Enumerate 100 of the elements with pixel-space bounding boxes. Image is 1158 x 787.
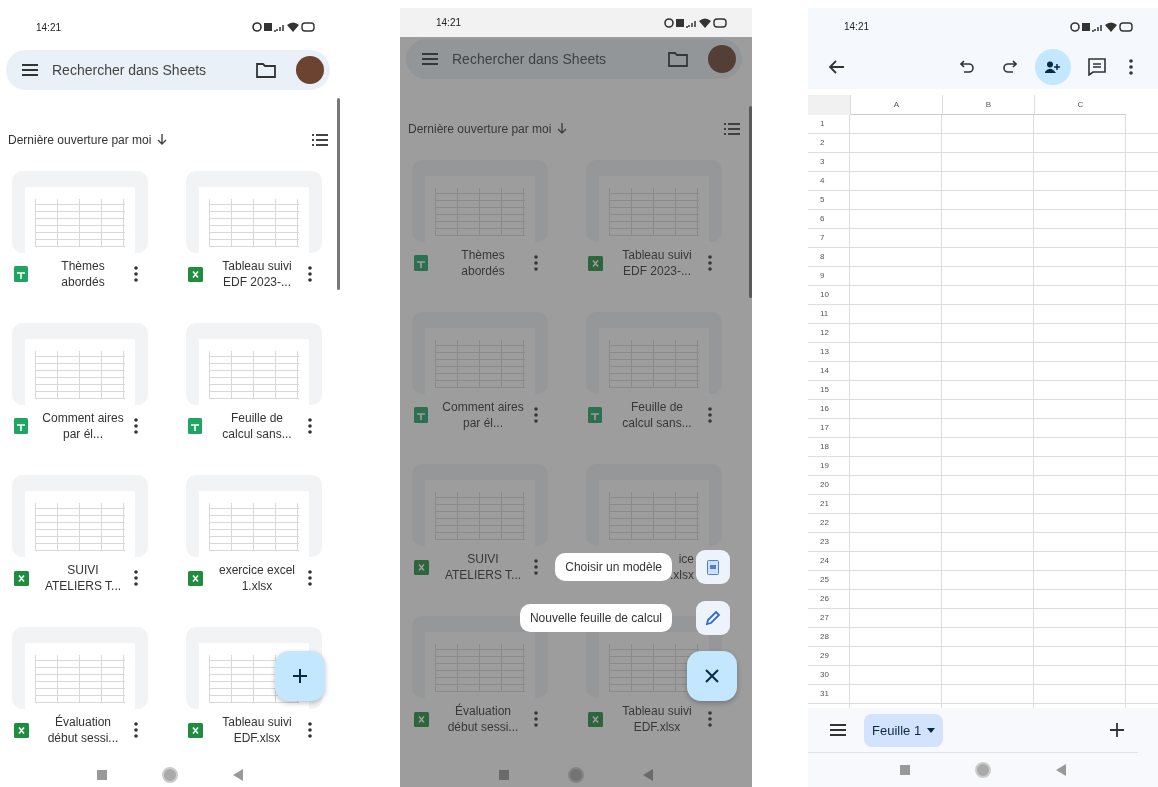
row-number[interactable]: 10 <box>808 286 850 305</box>
thumbnail-card[interactable] <box>186 323 322 405</box>
search-field[interactable]: Rechercher dans Sheets <box>406 39 742 79</box>
menu-icon[interactable] <box>22 64 38 76</box>
thumbnail-card[interactable] <box>12 475 148 557</box>
row-number[interactable]: 7 <box>808 229 850 248</box>
row-number[interactable]: 23 <box>808 533 850 552</box>
undo-icon[interactable] <box>959 60 974 74</box>
thumbnail-card[interactable] <box>12 171 148 253</box>
back-icon[interactable] <box>232 769 243 781</box>
file-name[interactable]: exercice excel 1.xlsx <box>216 562 298 594</box>
avatar[interactable] <box>708 45 736 73</box>
thumbnail-card[interactable] <box>12 323 148 405</box>
more-icon[interactable] <box>308 266 312 282</box>
row-number[interactable]: 2 <box>808 134 850 153</box>
row-number[interactable]: 28 <box>808 628 850 647</box>
file-name[interactable]: Thèmes abordés <box>42 258 124 290</box>
arrow-down-icon[interactable] <box>157 134 168 146</box>
file-name[interactable]: Comment aires par él... <box>442 399 524 431</box>
row-number[interactable]: 19 <box>808 457 850 476</box>
thumbnail-card[interactable] <box>186 171 322 253</box>
row-number[interactable]: 8 <box>808 248 850 267</box>
file-name[interactable]: Évaluation début sessi... <box>442 703 524 735</box>
file-name[interactable]: Tableau suivi EDF.xlsx <box>616 703 698 735</box>
share-button[interactable] <box>1035 49 1071 85</box>
folder-icon[interactable] <box>256 62 276 78</box>
file-name[interactable]: SUIVI ATELIERS T... <box>42 562 124 594</box>
more-icon[interactable] <box>134 266 138 282</box>
row-number[interactable]: 18 <box>808 438 850 457</box>
sort-label[interactable]: Dernière ouverture par moi <box>8 133 152 147</box>
row-number[interactable]: 26 <box>808 590 850 609</box>
more-icon[interactable] <box>308 418 312 434</box>
row-number[interactable]: 21 <box>808 495 850 514</box>
thumbnail-card[interactable] <box>12 627 148 709</box>
row-number[interactable]: 13 <box>808 343 850 362</box>
more-icon[interactable] <box>308 570 312 586</box>
recent-apps-icon[interactable] <box>97 770 108 780</box>
thumbnail-card[interactable] <box>186 475 322 557</box>
row-number[interactable]: 5 <box>808 191 850 210</box>
file-name[interactable]: Comment aires par él... <box>42 410 124 442</box>
floating-action-button[interactable] <box>275 651 325 701</box>
row-number[interactable]: 4 <box>808 172 850 191</box>
file-name[interactable]: Tableau suivi EDF 2023-... <box>216 258 298 290</box>
scrollbar[interactable] <box>337 98 340 290</box>
list-view-icon[interactable] <box>312 134 328 146</box>
row-number[interactable]: 11 <box>808 305 850 324</box>
column-header[interactable]: C <box>1034 95 1126 115</box>
avatar[interactable] <box>296 56 324 84</box>
scrollbar[interactable] <box>749 106 752 298</box>
speed-dial-label[interactable]: Nouvelle feuille de calcul <box>519 604 672 632</box>
more-icon[interactable] <box>1129 59 1133 75</box>
row-number[interactable]: 15 <box>808 381 850 400</box>
more-icon[interactable] <box>308 722 312 738</box>
sheet-tab[interactable]: Feuille 1 <box>864 713 944 747</box>
back-arrow-icon[interactable] <box>828 60 844 74</box>
row-number[interactable]: 22 <box>808 514 850 533</box>
file-name[interactable]: Évaluation début sessi... <box>42 714 124 746</box>
more-icon[interactable] <box>134 570 138 586</box>
spreadsheet-file-icon <box>414 255 428 271</box>
row-number[interactable]: 3 <box>808 153 850 172</box>
row-number[interactable]: 16 <box>808 400 850 419</box>
row-number[interactable]: 31 <box>808 685 850 704</box>
list-view-icon[interactable] <box>724 123 740 135</box>
row-number[interactable]: 12 <box>808 324 850 343</box>
more-icon[interactable] <box>134 418 138 434</box>
file-name[interactable]: Thèmes abordés <box>442 247 524 279</box>
row-number[interactable]: 6 <box>808 210 850 229</box>
sort-label[interactable]: Dernière ouverture par moi <box>408 122 552 136</box>
floating-action-button[interactable] <box>687 651 737 701</box>
speed-dial-button[interactable] <box>696 601 730 635</box>
redo-icon[interactable] <box>1002 60 1017 74</box>
row-number[interactable]: 24 <box>808 552 850 571</box>
back-icon[interactable] <box>1056 764 1066 776</box>
file-name[interactable]: Feuille de calcul sans... <box>216 410 298 442</box>
speed-dial-label[interactable]: Choisir un modèle <box>555 553 672 581</box>
spreadsheet-grid[interactable]: A B C 1 2 3 4 5 6 7 8 9 10 11 12 13 14 15 16 17 18 19 20 21 22 23 24 25 26 27 28 29 30 31 <box>808 95 1158 708</box>
file-name[interactable]: Tableau suivi EDF.xlsx <box>216 714 298 746</box>
row-number[interactable]: 25 <box>808 571 850 590</box>
menu-icon[interactable] <box>830 724 846 736</box>
add-sheet-icon[interactable] <box>1110 723 1124 737</box>
home-icon[interactable] <box>162 767 178 783</box>
row-number[interactable]: 14 <box>808 362 850 381</box>
row-number[interactable]: 30 <box>808 666 850 685</box>
row-number[interactable]: 9 <box>808 267 850 286</box>
row-number[interactable]: 17 <box>808 419 850 438</box>
speed-dial-button[interactable] <box>696 550 730 584</box>
file-name[interactable]: SUIVI ATELIERS T... <box>442 551 524 583</box>
column-header[interactable]: B <box>942 95 1034 115</box>
home-icon[interactable] <box>975 762 991 778</box>
search-field[interactable]: Rechercher dans Sheets <box>6 50 330 90</box>
more-icon[interactable] <box>134 722 138 738</box>
row-number[interactable]: 1 <box>808 115 850 134</box>
row-number[interactable]: 20 <box>808 476 850 495</box>
arrow-down-icon[interactable] <box>557 123 568 135</box>
file-name[interactable]: Feuille de calcul sans... <box>616 399 698 431</box>
comment-icon[interactable] <box>1087 58 1106 76</box>
row-number[interactable]: 29 <box>808 647 850 666</box>
row-number[interactable]: 27 <box>808 609 850 628</box>
file-name[interactable]: Tableau suivi EDF 2023-... <box>616 247 698 279</box>
column-header[interactable]: A <box>850 95 942 115</box>
